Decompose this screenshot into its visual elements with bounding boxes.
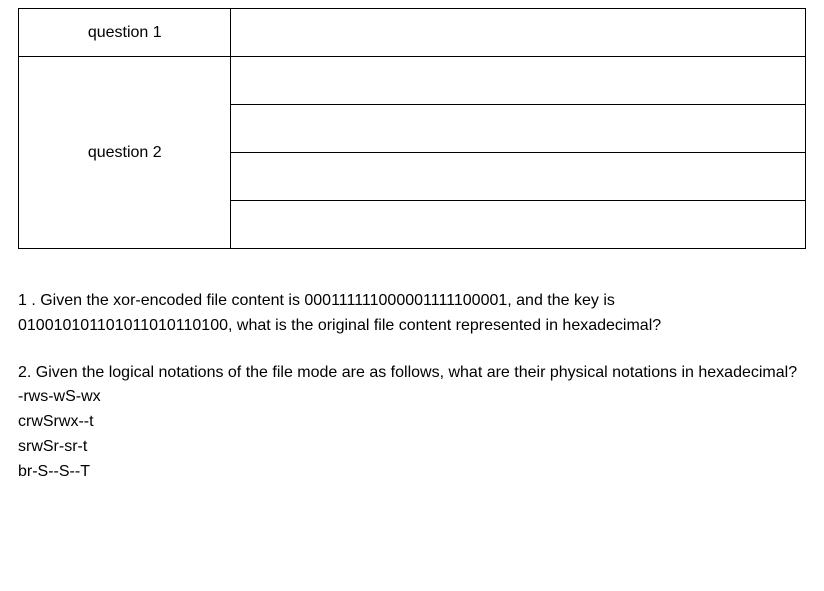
file-mode-line: br-S--S--T (18, 460, 806, 485)
file-mode-line: -rws-wS-wx (18, 385, 806, 410)
q2-answer-cell-2 (231, 105, 806, 153)
q2-answer-cell-3 (231, 153, 806, 201)
file-mode-line: srwSr-sr-t (18, 435, 806, 460)
table-row: question 2 (19, 57, 806, 105)
file-mode-line: crwSrwx--t (18, 410, 806, 435)
q2-answer-cell-1 (231, 57, 806, 105)
question-2-block: 2. Given the logical notations of the fi… (18, 361, 806, 485)
question-1-text: 1 . Given the xor-encoded file content i… (18, 289, 806, 339)
table-row: question 1 (19, 9, 806, 57)
q1-answer-cell (231, 9, 806, 57)
q2-answer-cell-4 (231, 201, 806, 249)
q1-label-cell: question 1 (19, 9, 231, 57)
question-2-prompt: 2. Given the logical notations of the fi… (18, 361, 806, 386)
answer-table: question 1 question 2 (18, 8, 806, 249)
q2-label-cell: question 2 (19, 57, 231, 249)
